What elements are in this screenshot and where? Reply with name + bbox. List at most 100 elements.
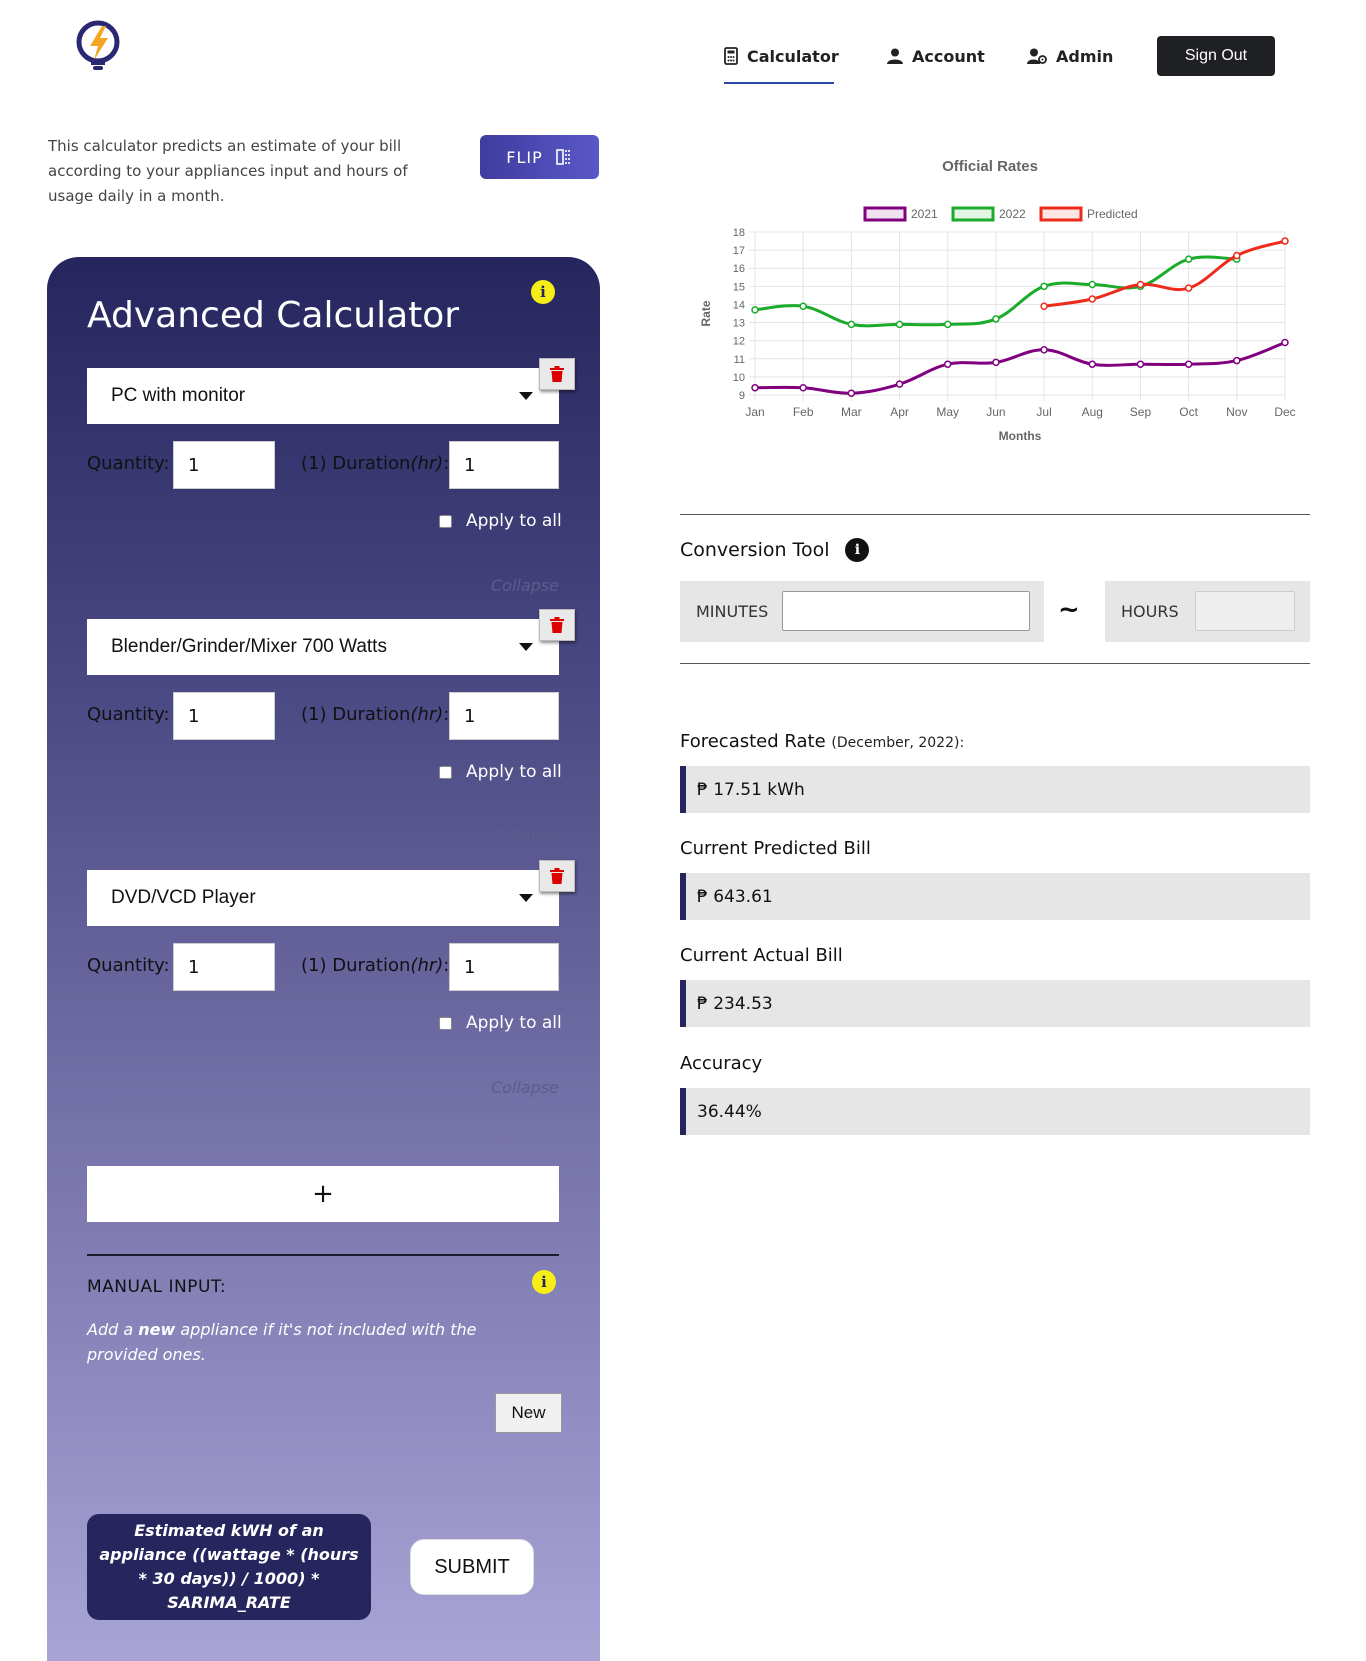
apply-to-all-checkbox[interactable] <box>439 514 452 528</box>
collapse-link[interactable]: Collapse <box>491 1078 559 1097</box>
flip-button[interactable]: FLIP <box>480 135 599 179</box>
delete-appliance-button[interactable] <box>539 860 575 892</box>
data-point <box>847 320 856 329</box>
data-point <box>1088 295 1097 303</box>
data-point <box>1184 284 1193 292</box>
collapse-link[interactable]: Collapse <box>491 576 559 595</box>
data-point <box>1184 255 1193 263</box>
delete-appliance-button[interactable] <box>539 609 575 641</box>
collapse-link[interactable]: Collapse <box>491 827 559 846</box>
submit-button[interactable]: SUBMIT <box>410 1539 534 1595</box>
quantity-input[interactable]: 1 <box>173 943 275 991</box>
duration-label: (1) Duration(hr): <box>301 453 450 474</box>
data-point <box>895 320 904 329</box>
data-point <box>992 358 1000 367</box>
manual-input-title: MANUAL INPUT: <box>87 1277 227 1297</box>
manual-info-icon[interactable]: i <box>532 1270 556 1294</box>
nav-admin[interactable]: Admin <box>1027 36 1113 76</box>
x-tick-label: Jul <box>1036 405 1051 419</box>
y-tick-label: 11 <box>734 354 745 366</box>
data-point <box>1040 302 1048 311</box>
manual-input-description: Add a new appliance if it's not included… <box>87 1317 547 1367</box>
legend-label: 2022 <box>999 207 1026 221</box>
calculator-icon <box>724 47 738 65</box>
app-logo[interactable] <box>76 20 120 76</box>
admin-user-icon <box>1027 48 1047 64</box>
apply-to-all-label: Apply to all <box>466 511 562 531</box>
data-point <box>1233 356 1241 365</box>
quantity-input[interactable]: 1 <box>173 692 275 740</box>
y-tick-label: 15 <box>733 281 745 293</box>
appliance-select[interactable]: DVD/VCD Player <box>87 870 559 926</box>
quantity-label: Quantity: <box>87 453 170 474</box>
hours-output <box>1195 591 1295 631</box>
formula-box: Estimated kWH of an appliance ((wattage … <box>87 1514 371 1620</box>
quantity-label: Quantity: <box>87 704 170 725</box>
apply-to-all-label: Apply to all <box>466 1013 562 1033</box>
nav-calculator[interactable]: Calculator <box>724 36 839 76</box>
add-appliance-button[interactable]: + <box>87 1166 559 1222</box>
appliance-select[interactable]: Blender/Grinder/Mixer 700 Watts <box>87 619 559 675</box>
delete-appliance-button[interactable] <box>539 358 575 390</box>
info-icon[interactable]: i <box>845 538 870 562</box>
legend-label: 2021 <box>911 207 938 221</box>
appliance-index: (1) <box>301 453 327 474</box>
appliance-select-value: DVD/VCD Player <box>111 887 256 908</box>
forecasted-rate-title: Forecasted Rate <box>680 731 826 752</box>
trash-icon <box>550 617 564 633</box>
chevron-down-icon <box>519 392 533 400</box>
data-point <box>1088 280 1097 289</box>
duration-text: Duration <box>332 453 411 474</box>
official-rates-chart: Official Rates 2021 2022 Predicted 9 10 11 12 13… <box>699 158 1296 443</box>
y-axis-label: Rate <box>699 300 713 326</box>
duration-input[interactable]: 1 <box>449 441 559 489</box>
info-icon[interactable]: i <box>531 280 555 304</box>
apply-to-all-label: Apply to all <box>466 762 562 782</box>
apply-to-all-checkbox[interactable] <box>439 765 452 779</box>
x-tick-label: Apr <box>890 405 909 419</box>
y-tick-label: 9 <box>739 390 745 402</box>
x-tick-label: May <box>936 405 959 419</box>
legend-label: Predicted <box>1087 207 1138 221</box>
convert-arrow-icon: ~ <box>1058 595 1080 625</box>
nav-account-label: Account <box>912 46 985 66</box>
data-point <box>799 384 807 392</box>
apply-to-all[interactable]: Apply to all <box>439 1013 562 1033</box>
hours-group: HOURS <box>1105 581 1310 642</box>
new-appliance-button[interactable]: New <box>495 1393 562 1433</box>
apply-to-all-checkbox[interactable] <box>439 1016 452 1030</box>
nav-account[interactable]: Account <box>887 36 985 76</box>
data-point <box>1281 338 1289 347</box>
x-tick-label: Oct <box>1179 405 1198 419</box>
minutes-input[interactable] <box>782 591 1030 631</box>
data-point <box>992 315 1000 323</box>
duration-label: (1) Duration(hr): <box>301 955 450 976</box>
duration-unit: (hr) <box>410 704 444 725</box>
duration-label: (1) Duration(hr): <box>301 704 450 725</box>
appliance-select-value: PC with monitor <box>111 385 246 406</box>
forecasted-rate-period: (December, 2022): <box>831 735 965 751</box>
trash-icon <box>550 366 564 382</box>
data-point <box>1136 360 1145 368</box>
nav-admin-label: Admin <box>1056 46 1114 66</box>
appliance-select-value: Blender/Grinder/Mixer 700 Watts <box>111 636 387 657</box>
duration-input[interactable]: 1 <box>449 943 559 991</box>
intro-text: This calculator predicts an estimate of … <box>48 137 408 205</box>
accuracy-label: Accuracy <box>680 1053 763 1074</box>
flip-icon <box>555 149 570 165</box>
current-actual-bill-label: Current Actual Bill <box>680 945 843 966</box>
forecasted-rate-label: Forecasted Rate (December, 2022): <box>680 731 964 752</box>
current-predicted-bill-value: ₱ 643.61 <box>680 873 1310 920</box>
conversion-title-text: Conversion Tool <box>680 539 830 561</box>
data-point <box>943 360 952 368</box>
apply-to-all[interactable]: Apply to all <box>439 511 562 531</box>
x-tick-label: Jan <box>745 405 764 419</box>
y-tick-label: 14 <box>733 299 745 311</box>
appliance-select[interactable]: PC with monitor <box>87 368 559 424</box>
duration-input[interactable]: 1 <box>449 692 559 740</box>
data-point <box>1040 282 1048 291</box>
sign-out-button[interactable]: Sign Out <box>1157 36 1275 76</box>
apply-to-all[interactable]: Apply to all <box>439 762 562 782</box>
chevron-down-icon <box>519 894 533 902</box>
quantity-input[interactable]: 1 <box>173 441 275 489</box>
